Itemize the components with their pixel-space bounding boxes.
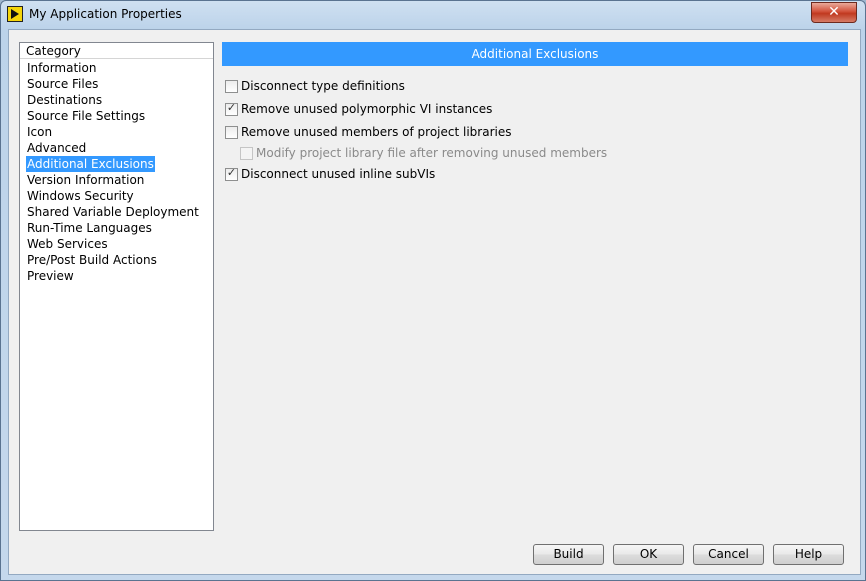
title-bar[interactable]: My Application Properties ✕	[1, 1, 865, 27]
option-disconnect-inline-subvis[interactable]: ✓ Disconnect unused inline subVIs	[225, 166, 435, 189]
option-label[interactable]: Disconnect type definitions	[241, 78, 405, 94]
category-item-icon[interactable]: Icon	[26, 124, 53, 140]
checkbox[interactable]: ✓	[225, 101, 238, 116]
checkbox[interactable]: ✓	[225, 166, 238, 181]
category-header: Category	[20, 43, 213, 59]
category-item-windows-security[interactable]: Windows Security	[26, 188, 135, 204]
option-remove-unused-library-members[interactable]: Remove unused members of project librari…	[225, 124, 511, 147]
dialog-body: Category Information Source Files Destin…	[8, 29, 861, 575]
category-item-advanced[interactable]: Advanced	[26, 140, 87, 156]
option-label: Modify project library file after removi…	[256, 146, 608, 160]
category-item-preview[interactable]: Preview	[26, 268, 75, 284]
checkbox[interactable]	[225, 80, 238, 93]
option-remove-unused-polymorphic[interactable]: ✓ Remove unused polymorphic VI instances	[225, 101, 492, 124]
labview-app-icon	[7, 6, 23, 22]
check-mark-icon: ✓	[226, 166, 237, 179]
option-label[interactable]: Disconnect unused inline subVIs	[241, 166, 435, 182]
category-listbox[interactable]: Category Information Source Files Destin…	[19, 42, 214, 531]
properties-dialog: My Application Properties ✕ Category Inf…	[0, 0, 866, 581]
option-modify-library-file: Modify project library file after removi…	[225, 145, 607, 166]
category-item-source-file-settings[interactable]: Source File Settings	[26, 108, 146, 124]
checkbox[interactable]	[225, 126, 238, 139]
checkbox-disabled	[240, 147, 253, 160]
option-label[interactable]: Remove unused members of project librari…	[241, 124, 511, 140]
close-button[interactable]: ✕	[811, 2, 857, 23]
close-icon: ✕	[828, 4, 840, 20]
build-button[interactable]: Build	[533, 544, 604, 565]
category-item-version-information[interactable]: Version Information	[26, 172, 145, 188]
check-mark-icon: ✓	[226, 101, 237, 114]
ok-button[interactable]: OK	[613, 544, 684, 565]
cancel-button[interactable]: Cancel	[693, 544, 764, 565]
category-item-web-services[interactable]: Web Services	[26, 236, 109, 252]
section-title-banner: Additional Exclusions	[222, 42, 848, 66]
window-title: My Application Properties	[29, 7, 182, 21]
option-disconnect-type-definitions[interactable]: Disconnect type definitions	[225, 78, 405, 101]
category-item-run-time-languages[interactable]: Run-Time Languages	[26, 220, 153, 236]
category-item-information[interactable]: Information	[26, 60, 97, 76]
category-item-source-files[interactable]: Source Files	[26, 76, 99, 92]
category-item-pre-post-build-actions[interactable]: Pre/Post Build Actions	[26, 252, 158, 268]
category-item-shared-variable-deployment[interactable]: Shared Variable Deployment	[26, 204, 200, 220]
category-item-additional-exclusions[interactable]: Additional Exclusions	[26, 156, 155, 172]
exclusion-options: Disconnect type definitions ✓ Remove unu…	[225, 78, 607, 189]
category-list: Information Source Files Destinations So…	[26, 60, 200, 284]
help-button[interactable]: Help	[773, 544, 844, 565]
category-item-destinations[interactable]: Destinations	[26, 92, 103, 108]
option-label[interactable]: Remove unused polymorphic VI instances	[241, 101, 492, 117]
